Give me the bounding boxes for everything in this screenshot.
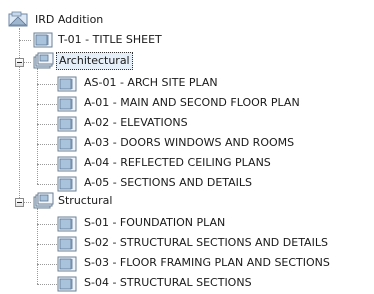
sheet-set-tree: IRD Addition T-01 - TITLE SHEET Architec… — [0, 0, 374, 294]
sheet-icon — [57, 115, 79, 133]
sheet-icon — [57, 235, 79, 253]
tree-root-row[interactable]: IRD Addition — [0, 10, 180, 32]
sheet-label: S-01 - FOUNDATION PLAN — [84, 216, 226, 229]
sheet-icon — [57, 215, 79, 233]
tree-root-label: IRD Addition — [35, 13, 104, 26]
sheet-set-label: Architectural — [56, 52, 133, 70]
sheet-label: A-05 - SECTIONS AND DETAILS — [84, 176, 253, 189]
sheet-set-row-architectural[interactable]: Architectural — [0, 51, 180, 73]
sheet-icon — [57, 255, 79, 273]
collapse-toggle[interactable] — [15, 58, 24, 67]
sheet-icon — [57, 135, 79, 153]
sheet-row[interactable]: AS-01 - ARCH SITE PLAN — [0, 73, 320, 95]
sheet-icon — [57, 275, 79, 293]
sheet-label: A-04 - REFLECTED CEILING PLANS — [84, 156, 271, 169]
sheet-set-icon — [33, 192, 55, 210]
sheet-label: S-03 - FLOOR FRAMING PLAN AND SECTIONS — [84, 256, 330, 269]
sheet-label: A-02 - ELEVATIONS — [84, 116, 188, 129]
project-icon — [8, 11, 30, 29]
sheet-row[interactable]: S-03 - FLOOR FRAMING PLAN AND SECTIONS — [0, 253, 370, 275]
sheet-set-icon — [33, 52, 55, 70]
sheet-row[interactable]: S-02 - STRUCTURAL SECTIONS AND DETAILS — [0, 233, 370, 255]
sheet-icon — [57, 155, 79, 173]
sheet-icon — [33, 31, 55, 49]
sheet-icon — [57, 75, 79, 93]
sheet-row[interactable]: T-01 - TITLE SHEET — [0, 30, 180, 52]
sheet-row[interactable]: S-01 - FOUNDATION PLAN — [0, 213, 330, 235]
sheet-label: A-01 - MAIN AND SECOND FLOOR PLAN — [84, 96, 300, 109]
sheet-label: T-01 - TITLE SHEET — [58, 33, 162, 46]
sheet-set-label: Structural — [58, 194, 113, 207]
sheet-row[interactable]: S-04 - STRUCTURAL SECTIONS — [0, 273, 330, 294]
sheet-row[interactable]: A-01 - MAIN AND SECOND FLOOR PLAN — [0, 93, 340, 115]
sheet-label: S-04 - STRUCTURAL SECTIONS — [84, 276, 252, 289]
sheet-label: AS-01 - ARCH SITE PLAN — [84, 76, 218, 89]
sheet-label: S-02 - STRUCTURAL SECTIONS AND DETAILS — [84, 236, 328, 249]
sheet-label: A-03 - DOORS WINDOWS AND ROOMS — [84, 136, 295, 149]
sheet-row[interactable]: A-03 - DOORS WINDOWS AND ROOMS — [0, 133, 320, 155]
sheet-row[interactable]: A-04 - REFLECTED CEILING PLANS — [0, 153, 320, 175]
sheet-row[interactable]: A-02 - ELEVATIONS — [0, 113, 320, 135]
collapse-toggle[interactable] — [15, 198, 24, 207]
sheet-set-row-structural[interactable]: Structural — [0, 191, 180, 213]
sheet-icon — [57, 95, 79, 113]
